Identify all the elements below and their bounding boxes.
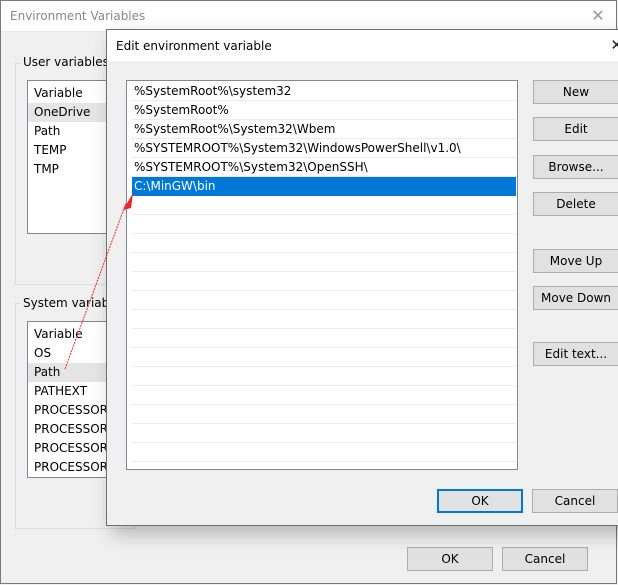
empty-row[interactable] xyxy=(132,386,516,405)
empty-row[interactable] xyxy=(132,291,516,310)
path-entry[interactable]: %SystemRoot% xyxy=(132,101,516,120)
env-cancel-button[interactable]: Cancel xyxy=(502,547,588,571)
empty-row[interactable] xyxy=(132,234,516,253)
system-variable-row[interactable]: PROCESSOR_R xyxy=(28,458,116,477)
edit-dialog-titlebar[interactable]: Edit environment variable ✕ xyxy=(107,30,618,61)
delete-button[interactable]: Delete xyxy=(533,192,618,216)
new-button[interactable]: New xyxy=(533,80,618,104)
browse-button[interactable]: Browse... xyxy=(533,155,618,179)
env-window-title: Environment Variables xyxy=(10,9,146,23)
user-variable-row[interactable]: Path xyxy=(28,122,116,141)
system-variable-column-header[interactable]: Variable xyxy=(28,322,116,344)
close-icon[interactable]: ✕ xyxy=(588,6,608,26)
system-variable-row[interactable]: PROCESSOR_L xyxy=(28,439,116,458)
system-variable-row[interactable]: PROCESSOR_I xyxy=(28,420,116,439)
system-variable-row[interactable]: Path xyxy=(28,363,116,382)
edit-button[interactable]: Edit xyxy=(533,117,618,141)
move-up-button[interactable]: Move Up xyxy=(533,249,618,273)
path-entry-selected[interactable]: C:\MinGW\bin xyxy=(132,177,516,196)
empty-row[interactable] xyxy=(132,196,516,215)
user-variables-list[interactable]: Variable OneDrive Path TEMP TMP xyxy=(27,80,117,234)
edit-environment-variable-dialog: Edit environment variable ✕ %SystemRoot%… xyxy=(106,29,618,526)
edit-text-button[interactable]: Edit text... xyxy=(533,342,618,366)
path-entry[interactable]: %SystemRoot%\System32\Wbem xyxy=(132,120,516,139)
edit-dialog-title: Edit environment variable xyxy=(116,39,272,53)
path-entries-list[interactable]: %SystemRoot%\system32 %SystemRoot% %Syst… xyxy=(126,80,518,470)
user-variable-row[interactable]: OneDrive xyxy=(28,103,116,122)
empty-row[interactable] xyxy=(132,253,516,272)
empty-row[interactable] xyxy=(132,215,516,234)
empty-row[interactable] xyxy=(132,310,516,329)
path-entry[interactable]: %SystemRoot%\system32 xyxy=(132,82,516,101)
user-variable-row[interactable]: TMP xyxy=(28,160,116,179)
user-variable-row[interactable]: TEMP xyxy=(28,141,116,160)
path-entry[interactable]: %SYSTEMROOT%\System32\OpenSSH\ xyxy=(132,158,516,177)
empty-row[interactable] xyxy=(132,348,516,367)
path-entry[interactable]: %SYSTEMROOT%\System32\WindowsPowerShell\… xyxy=(132,139,516,158)
empty-row[interactable] xyxy=(132,272,516,291)
user-variable-column-header[interactable]: Variable xyxy=(28,81,116,103)
empty-row[interactable] xyxy=(132,424,516,443)
empty-row[interactable] xyxy=(132,329,516,348)
system-variables-list[interactable]: Variable OS Path PATHEXT PROCESSOR_A PRO… xyxy=(27,321,117,478)
env-ok-button[interactable]: OK xyxy=(407,547,493,571)
env-titlebar[interactable]: Environment Variables ✕ xyxy=(1,1,616,32)
empty-row[interactable] xyxy=(132,443,516,462)
edit-ok-button[interactable]: OK xyxy=(437,489,523,513)
move-down-button[interactable]: Move Down xyxy=(533,286,618,310)
close-icon[interactable]: ✕ xyxy=(610,36,618,54)
system-variable-row[interactable]: PROCESSOR_A xyxy=(28,401,116,420)
empty-row[interactable] xyxy=(132,405,516,424)
system-variable-row[interactable]: PATHEXT xyxy=(28,382,116,401)
system-variable-row[interactable]: OS xyxy=(28,344,116,363)
empty-row[interactable] xyxy=(132,367,516,386)
edit-cancel-button[interactable]: Cancel xyxy=(532,489,618,513)
